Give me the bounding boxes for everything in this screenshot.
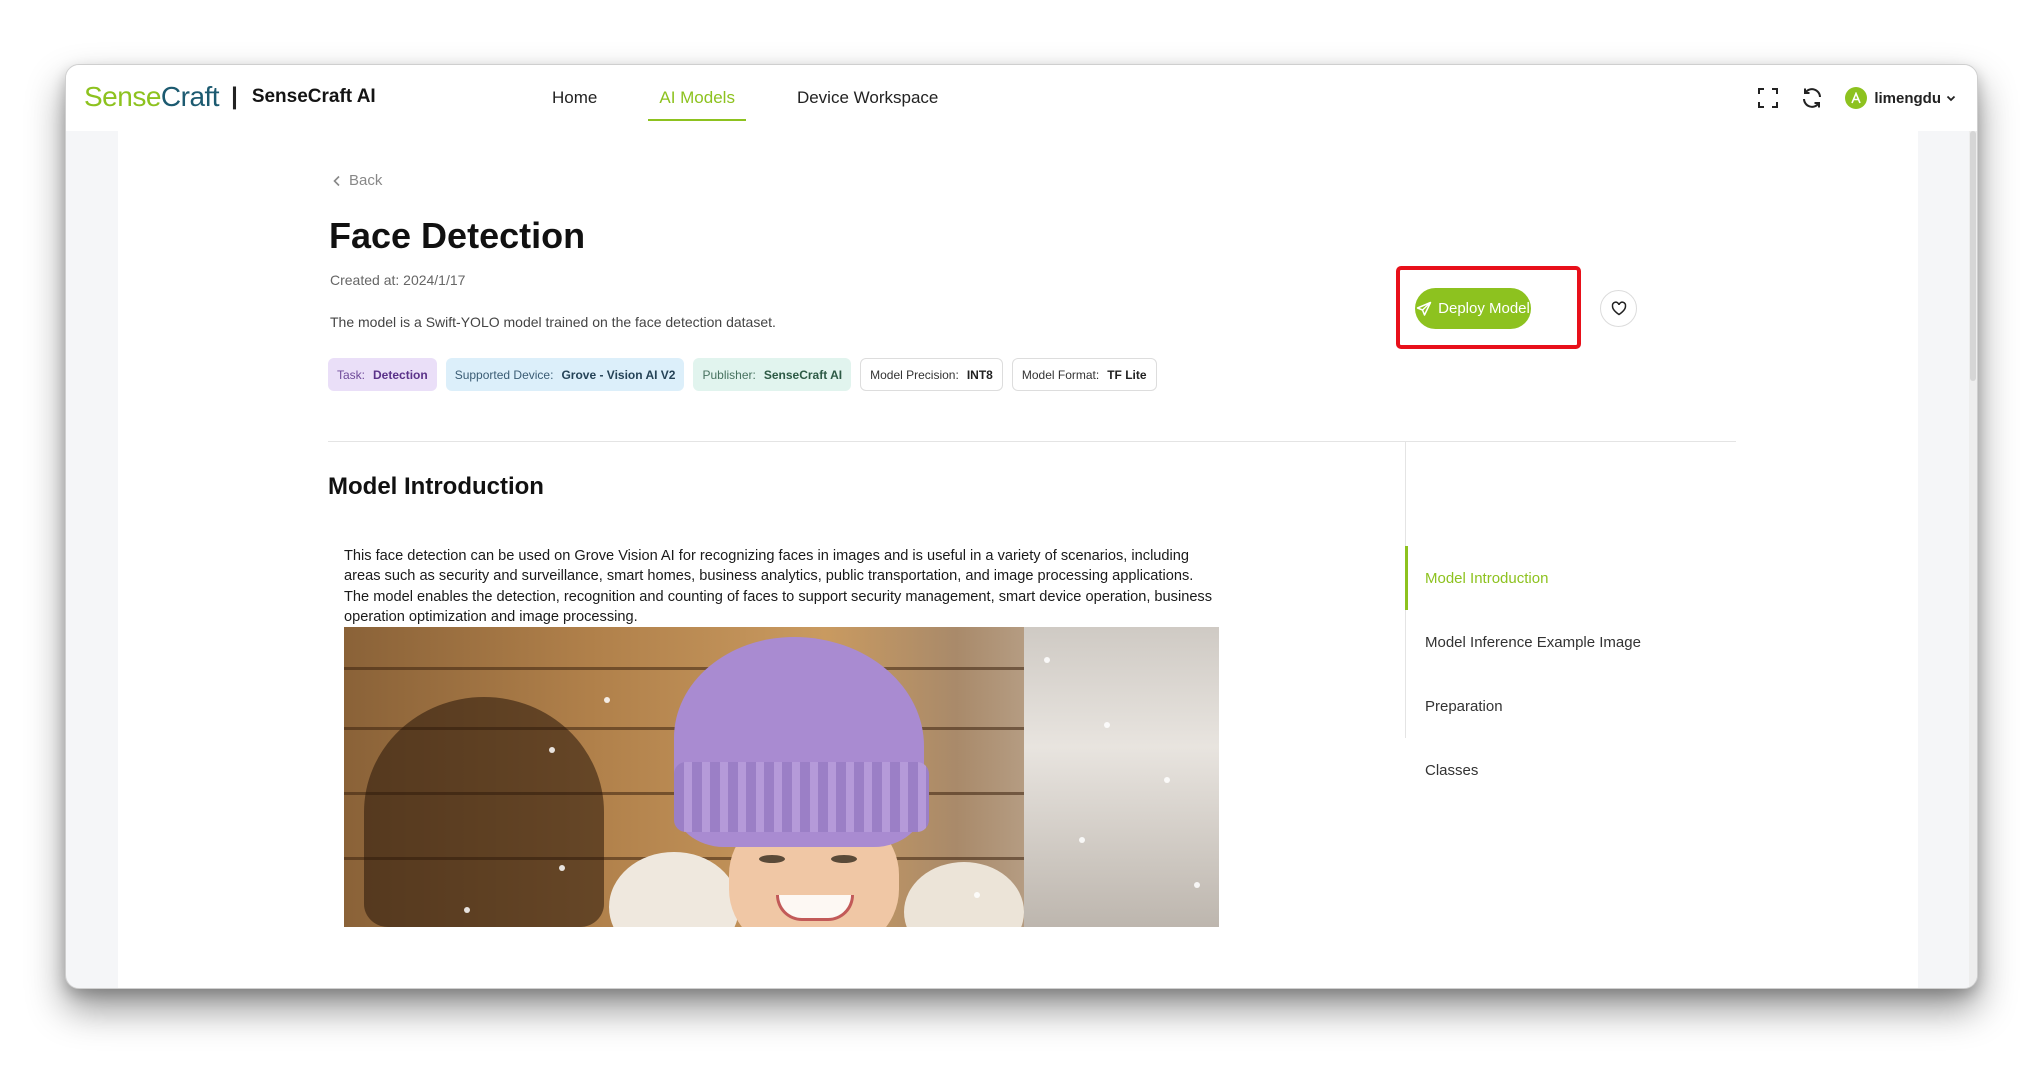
toc-preparation[interactable]: Preparation: [1406, 674, 1641, 738]
example-photo: [344, 627, 1219, 927]
fullscreen-icon[interactable]: [1755, 85, 1781, 111]
section-divider: [328, 441, 1736, 442]
logo-wordmark: SenseCraft: [84, 81, 220, 112]
browser-window: SenseCraft | SenseCraft AI Home AI Model…: [65, 64, 1978, 989]
heart-icon: [1611, 301, 1626, 316]
user-avatar[interactable]: [1845, 87, 1868, 109]
main-nav: Home AI Models Device Workspace: [541, 65, 989, 131]
tag-publisher: Publisher: SenseCraft AI: [693, 358, 852, 391]
created-date: Created at: 2024/1/17: [330, 272, 466, 288]
page-title: Face Detection: [329, 215, 586, 256]
nav-home[interactable]: Home: [541, 65, 608, 131]
tag-task: Task: Detection: [328, 358, 437, 391]
model-tags: Task: Detection Supported Device: Grove - …: [328, 358, 1166, 391]
tag-supported-device: Supported Device: Grove - Vision AI V2: [445, 358, 685, 391]
header-actions: limengdu: [1737, 85, 1957, 111]
back-label: Back: [349, 172, 383, 189]
tag-model-precision: Model Precision: INT8: [860, 358, 1003, 391]
toc-inference-example-image[interactable]: Model Inference Example Image: [1406, 610, 1641, 674]
chevron-left-icon: [333, 175, 340, 186]
model-description: The model is a Swift-YOLO model trained …: [330, 314, 776, 330]
table-of-contents: Model Introduction Model Inference Examp…: [1405, 546, 1641, 802]
logo-separator: |: [231, 83, 238, 110]
sensecraft-logo[interactable]: SenseCraft | SenseCraft AI: [84, 81, 376, 113]
app-name: SenseCraft AI: [251, 86, 376, 107]
username[interactable]: limengdu: [1874, 90, 1941, 107]
deploy-model-label: Deploy Model: [1438, 300, 1530, 317]
toc-classes[interactable]: Classes: [1406, 738, 1641, 802]
nav-ai-models[interactable]: AI Models: [648, 65, 746, 131]
back-link[interactable]: Back: [332, 172, 382, 189]
refresh-icon[interactable]: [1799, 85, 1825, 111]
nav-device-workspace[interactable]: Device Workspace: [786, 65, 949, 131]
top-header: SenseCraft | SenseCraft AI Home AI Model…: [66, 65, 1977, 131]
favorite-button[interactable]: [1600, 290, 1637, 327]
intro-paragraph: This face detection can be used on Grove…: [344, 548, 1213, 625]
toc-model-introduction[interactable]: Model Introduction: [1405, 546, 1641, 610]
tag-model-format: Model Format: TF Lite: [1011, 358, 1157, 391]
deploy-model-button[interactable]: Deploy Model: [1415, 288, 1531, 329]
page-scrollbar[interactable]: [1969, 131, 1977, 988]
send-icon: [1416, 301, 1432, 316]
section-title: Model Introduction: [328, 473, 544, 500]
chevron-down-icon[interactable]: [1945, 92, 1957, 104]
